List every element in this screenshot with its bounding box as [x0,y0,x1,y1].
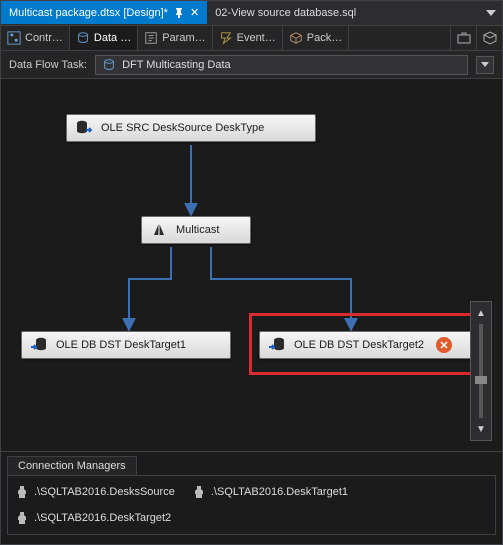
dft-label: Data Flow Task: [9,59,87,71]
connection-manager-item[interactable]: .\SQLTAB2016.DesksSource [16,482,175,502]
multicast-icon [150,221,168,239]
error-icon[interactable]: ✕ [436,337,452,353]
toolbox-button[interactable] [450,26,476,50]
tab-label: Multicast package.dtsx [Design]* [9,7,168,19]
tab-control-flow[interactable]: Contr… [1,26,70,50]
tab-event-handlers[interactable]: Event… [213,26,283,50]
dft-value: DFT Multicasting Data [122,59,463,71]
tab-label: Pack… [307,32,342,44]
tab-label: 02-View source database.sql [215,7,356,19]
connection-managers-header[interactable]: Connection Managers [7,456,137,475]
zoom-slider: ▲ ▼ [470,301,492,441]
connection-label: .\SQLTAB2016.DeskTarget1 [211,486,348,498]
design-canvas[interactable]: OLE SRC DeskSource DeskType Multicast OL… [1,79,502,452]
document-tab-strip: Multicast package.dtsx [Design]* ✕ 02-Vi… [1,1,502,25]
connection-manager-item[interactable]: .\SQLTAB2016.DeskTarget2 [16,508,171,528]
connection-icon [16,485,28,499]
tab-other-document[interactable]: 02-View source database.sql [207,1,364,24]
designer-tab-bar: Contr… Data … Param… Event… Pack… [1,25,502,51]
zoom-track[interactable] [479,324,483,418]
tab-parameters[interactable]: Param… [138,26,212,50]
database-dest-icon [268,336,286,354]
node-multicast[interactable]: Multicast [141,216,251,244]
connection-icon [16,511,28,525]
connection-manager-item[interactable]: .\SQLTAB2016.DeskTarget1 [193,482,348,502]
database-dest-icon [30,336,48,354]
tab-label: Contr… [25,32,63,44]
node-label: Multicast [176,224,219,236]
zoom-in-button[interactable]: ▲ [474,306,488,320]
pin-icon[interactable] [174,8,184,18]
variables-button[interactable] [476,26,502,50]
connection-label: .\SQLTAB2016.DesksSource [34,486,175,498]
dft-dropdown-button[interactable] [476,56,494,74]
tab-overflow-button[interactable] [480,1,502,24]
close-icon[interactable]: ✕ [190,6,199,19]
node-label: OLE DB DST DeskTarget1 [56,339,186,351]
dft-selector[interactable]: DFT Multicasting Data [95,55,468,75]
node-label: OLE SRC DeskSource DeskType [101,122,264,134]
tab-package-explorer[interactable]: Pack… [283,26,349,50]
tab-label: Data … [94,32,131,44]
node-ole-dst-2[interactable]: OLE DB DST DeskTarget2 ✕ [259,331,477,359]
node-ole-src[interactable]: OLE SRC DeskSource DeskType [66,114,316,142]
connection-label: .\SQLTAB2016.DeskTarget2 [34,512,171,524]
tab-data-flow[interactable]: Data … [70,26,138,50]
database-source-icon [75,119,93,137]
connection-managers-panel: Connection Managers .\SQLTAB2016.DesksSo… [1,452,502,544]
tab-label: Event… [237,32,276,44]
data-flow-icon [102,58,116,72]
data-flow-task-row: Data Flow Task: DFT Multicasting Data [1,51,502,79]
connection-icon [193,485,205,499]
tab-active-document[interactable]: Multicast package.dtsx [Design]* ✕ [1,1,207,24]
connection-managers-body: .\SQLTAB2016.DesksSource .\SQLTAB2016.De… [7,475,496,535]
zoom-thumb[interactable] [475,376,487,384]
node-ole-dst-1[interactable]: OLE DB DST DeskTarget1 [21,331,231,359]
node-label: OLE DB DST DeskTarget2 [294,339,424,351]
tab-label: Param… [162,32,205,44]
zoom-out-button[interactable]: ▼ [474,422,488,436]
